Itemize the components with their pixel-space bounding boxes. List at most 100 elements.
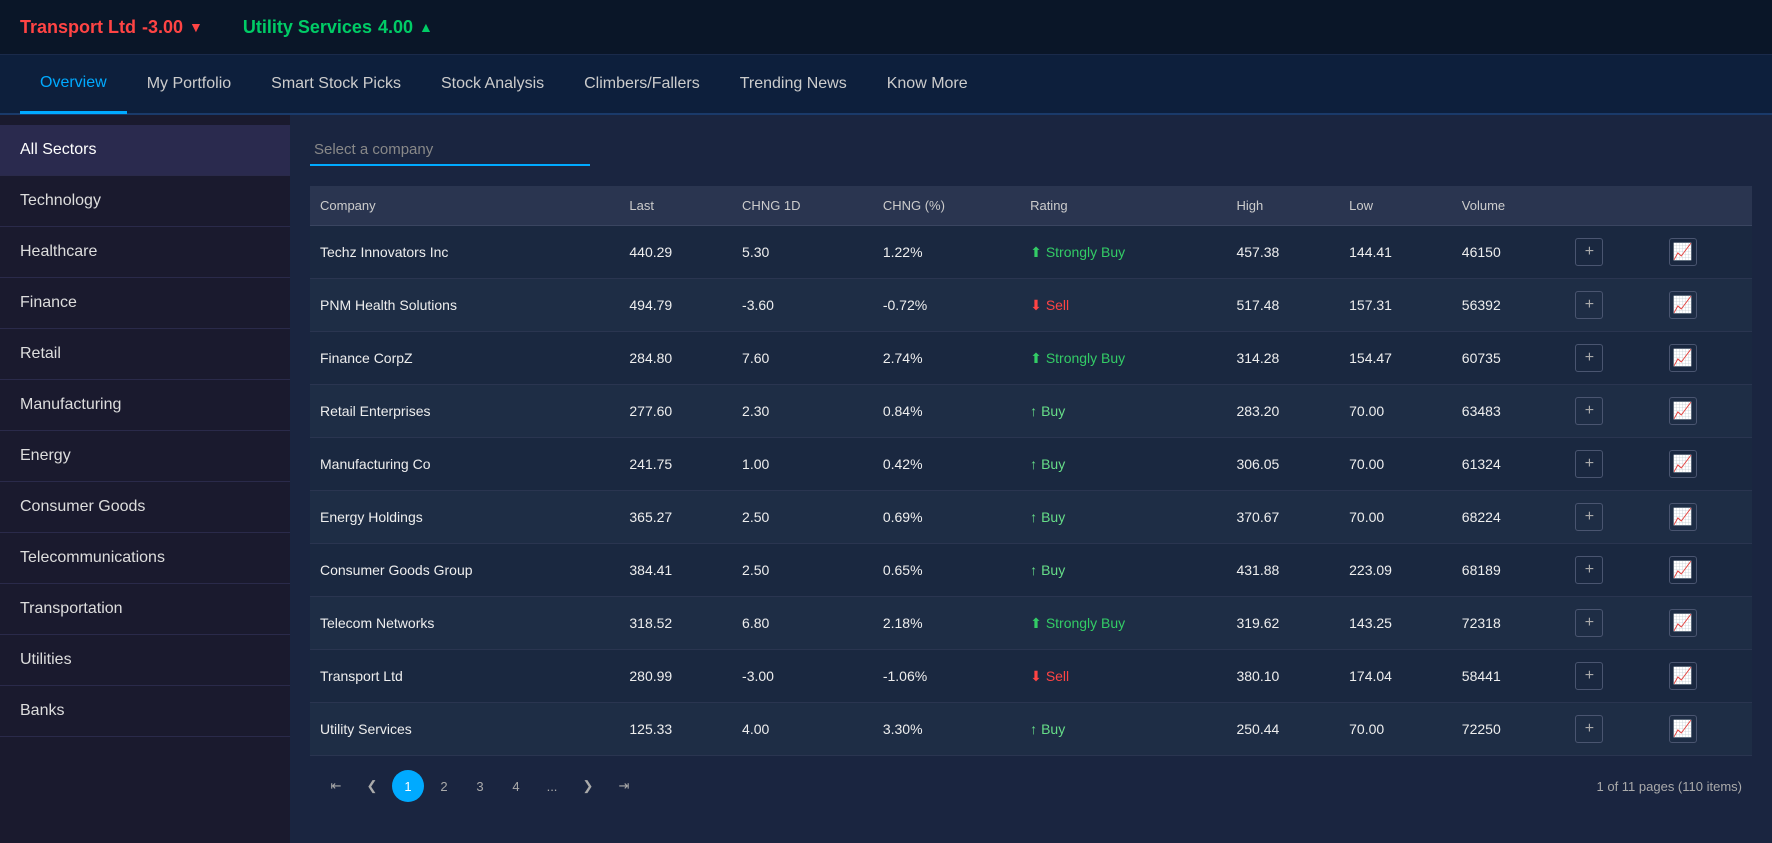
add-button[interactable]: + (1575, 556, 1603, 584)
cell-chng1d: 2.30 (732, 385, 873, 438)
page-dots: ... (536, 770, 568, 802)
add-button[interactable]: + (1575, 503, 1603, 531)
sidebar-item-utilities[interactable]: Utilities (0, 635, 290, 686)
cell-chng-pct: -0.72% (873, 279, 1020, 332)
nav-item-overview[interactable]: Overview (20, 54, 127, 114)
pagination-bar: ⇤ ❮ 1 2 3 4 ... ❯ ⇥ 1 of 11 pages (110 i… (310, 756, 1752, 806)
chart-button[interactable]: 📈 (1669, 556, 1697, 584)
cell-rating: ↑ Buy (1020, 385, 1226, 438)
cell-rating: ⬆ Strongly Buy (1020, 597, 1226, 650)
add-button[interactable]: + (1575, 238, 1603, 266)
cell-chng-pct: 0.42% (873, 438, 1020, 491)
col-volume: Volume (1452, 186, 1566, 226)
cell-low: 174.04 (1339, 650, 1452, 703)
rating-cell: ↑ Buy (1030, 509, 1216, 525)
page-next-btn[interactable]: ❯ (572, 770, 604, 802)
cell-low: 70.00 (1339, 385, 1452, 438)
table-row: Utility Services 125.33 4.00 3.30% ↑ Buy… (310, 703, 1752, 756)
search-input[interactable] (310, 135, 590, 166)
cell-chart: 📈 (1659, 597, 1752, 650)
cell-add: + (1565, 597, 1658, 650)
sidebar-item-technology[interactable]: Technology (0, 176, 290, 227)
cell-rating: ↑ Buy (1020, 703, 1226, 756)
cell-low: 70.00 (1339, 491, 1452, 544)
rating-icon: ↑ (1030, 456, 1037, 472)
sidebar-item-consumer-goods[interactable]: Consumer Goods (0, 482, 290, 533)
chart-button[interactable]: 📈 (1669, 715, 1697, 743)
add-button[interactable]: + (1575, 344, 1603, 372)
cell-last: 241.75 (619, 438, 732, 491)
col-actions (1565, 186, 1658, 226)
nav-item-trending-news[interactable]: Trending News (720, 54, 867, 114)
cell-volume: 68189 (1452, 544, 1566, 597)
nav-item-know-more[interactable]: Know More (867, 54, 988, 114)
sidebar-item-energy[interactable]: Energy (0, 431, 290, 482)
cell-chng-pct: -1.06% (873, 650, 1020, 703)
add-button[interactable]: + (1575, 450, 1603, 478)
page-last-btn[interactable]: ⇥ (608, 770, 640, 802)
col-chng-pct: CHNG (%) (873, 186, 1020, 226)
table-row: PNM Health Solutions 494.79 -3.60 -0.72%… (310, 279, 1752, 332)
chart-button[interactable]: 📈 (1669, 291, 1697, 319)
sidebar-item-finance[interactable]: Finance (0, 278, 290, 329)
sidebar-item-healthcare[interactable]: Healthcare (0, 227, 290, 278)
cell-volume: 61324 (1452, 438, 1566, 491)
cell-low: 154.47 (1339, 332, 1452, 385)
ticker-name-2: Utility Services (243, 17, 372, 38)
nav-item-stock-picks[interactable]: Smart Stock Picks (251, 54, 421, 114)
cell-rating: ⬆ Strongly Buy (1020, 226, 1226, 279)
cell-chart: 📈 (1659, 332, 1752, 385)
chart-button[interactable]: 📈 (1669, 238, 1697, 266)
cell-add: + (1565, 385, 1658, 438)
pagination-controls: ⇤ ❮ 1 2 3 4 ... ❯ ⇥ (320, 770, 640, 802)
cell-add: + (1565, 544, 1658, 597)
add-button[interactable]: + (1575, 397, 1603, 425)
cell-chng1d: -3.00 (732, 650, 873, 703)
page-btn-4[interactable]: 4 (500, 770, 532, 802)
chart-button[interactable]: 📈 (1669, 503, 1697, 531)
cell-company: Techz Innovators Inc (310, 226, 619, 279)
nav-item-portfolio[interactable]: My Portfolio (127, 54, 251, 114)
cell-chart: 📈 (1659, 226, 1752, 279)
add-button[interactable]: + (1575, 662, 1603, 690)
cell-chart: 📈 (1659, 385, 1752, 438)
cell-company: Retail Enterprises (310, 385, 619, 438)
sidebar-item-transportation[interactable]: Transportation (0, 584, 290, 635)
sidebar-item-telecommunications[interactable]: Telecommunications (0, 533, 290, 584)
rating-cell: ↑ Buy (1030, 403, 1216, 419)
sidebar-item-all-sectors[interactable]: All Sectors (0, 125, 290, 176)
cell-volume: 56392 (1452, 279, 1566, 332)
cell-high: 250.44 (1226, 703, 1339, 756)
cell-last: 125.33 (619, 703, 732, 756)
rating-icon: ⬆ (1030, 615, 1042, 632)
page-prev-btn[interactable]: ❮ (356, 770, 388, 802)
chart-button[interactable]: 📈 (1669, 344, 1697, 372)
page-btn-3[interactable]: 3 (464, 770, 496, 802)
cell-last: 440.29 (619, 226, 732, 279)
table-row: Consumer Goods Group 384.41 2.50 0.65% ↑… (310, 544, 1752, 597)
chart-button[interactable]: 📈 (1669, 609, 1697, 637)
nav-item-stock-analysis[interactable]: Stock Analysis (421, 54, 564, 114)
main-container: All Sectors Technology Healthcare Financ… (0, 115, 1772, 843)
cell-rating: ↑ Buy (1020, 544, 1226, 597)
chart-button[interactable]: 📈 (1669, 662, 1697, 690)
sidebar-item-manufacturing[interactable]: Manufacturing (0, 380, 290, 431)
add-button[interactable]: + (1575, 291, 1603, 319)
cell-chng-pct: 2.18% (873, 597, 1020, 650)
page-first-btn[interactable]: ⇤ (320, 770, 352, 802)
cell-chng1d: 7.60 (732, 332, 873, 385)
sidebar-item-retail[interactable]: Retail (0, 329, 290, 380)
add-button[interactable]: + (1575, 715, 1603, 743)
cell-chng1d: 2.50 (732, 544, 873, 597)
page-btn-2[interactable]: 2 (428, 770, 460, 802)
chart-button[interactable]: 📈 (1669, 450, 1697, 478)
cell-low: 70.00 (1339, 703, 1452, 756)
rating-cell: ↑ Buy (1030, 456, 1216, 472)
chart-button[interactable]: 📈 (1669, 397, 1697, 425)
content-area: Company Last CHNG 1D CHNG (%) Rating Hig… (290, 115, 1772, 843)
col-low: Low (1339, 186, 1452, 226)
add-button[interactable]: + (1575, 609, 1603, 637)
nav-item-climbers-fallers[interactable]: Climbers/Fallers (564, 54, 720, 114)
sidebar-item-banks[interactable]: Banks (0, 686, 290, 737)
page-btn-1[interactable]: 1 (392, 770, 424, 802)
